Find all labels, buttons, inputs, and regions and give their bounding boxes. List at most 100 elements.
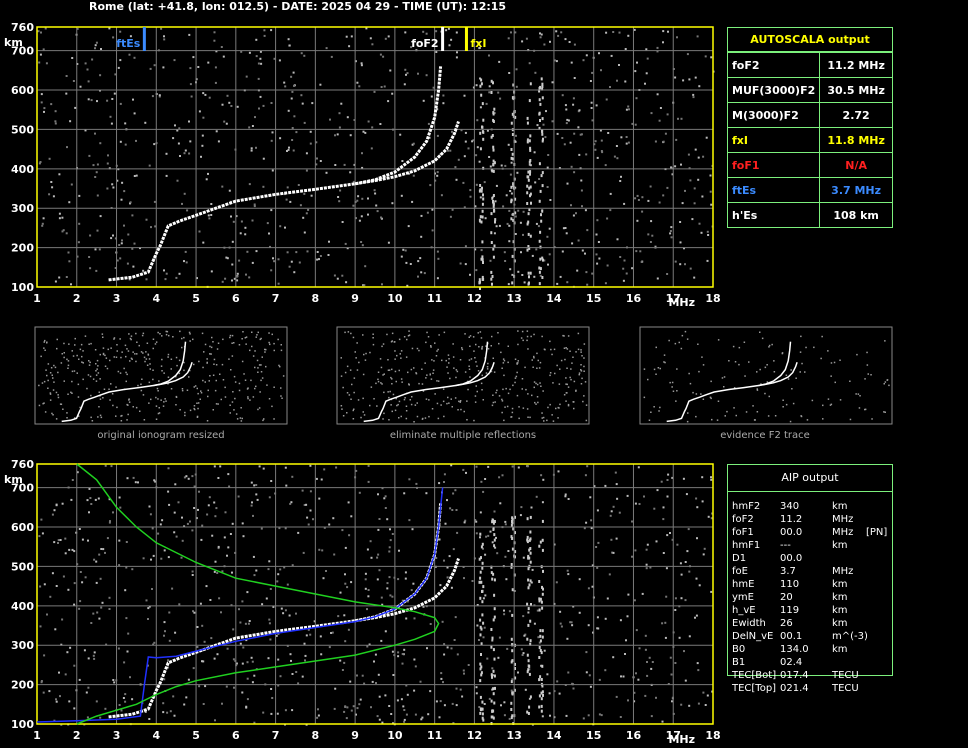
interference-dot (492, 687, 495, 691)
thumbnail-noise (346, 412, 348, 414)
noise-dot (522, 556, 525, 559)
thumbnail-noise (458, 400, 460, 403)
noise-dot (363, 284, 366, 287)
noise-dot (42, 217, 45, 220)
thumbnail-noise (141, 334, 144, 337)
thumbnail-noise (394, 350, 396, 352)
thumbnail-noise (658, 410, 660, 412)
thumbnail-noise (149, 363, 151, 365)
thumbnail-noise (143, 419, 146, 421)
interference-dot (511, 281, 514, 285)
interference-dot (481, 561, 484, 565)
noise-dot (578, 611, 581, 614)
noise-dot (186, 522, 189, 525)
interference-dot (491, 282, 493, 286)
interference-dot (493, 107, 496, 111)
noise-dot (265, 597, 268, 600)
interference-dot (529, 271, 532, 275)
noise-dot (548, 692, 551, 695)
thumbnail-noise (389, 390, 391, 393)
noise-dot (94, 132, 96, 135)
noise-dot (268, 618, 271, 621)
thumbnail-noise (767, 415, 770, 417)
interference-dot (491, 134, 494, 137)
noise-dot (356, 674, 358, 677)
interference-dot (529, 619, 532, 623)
noise-dot (646, 674, 649, 677)
thumbnail-noise (871, 418, 873, 420)
noise-dot (266, 222, 269, 225)
thumbnail-noise (77, 383, 80, 386)
noise-dot (244, 226, 247, 229)
thumbnail-noise (280, 344, 282, 346)
thumbnail-noise (446, 402, 448, 405)
noise-dot (402, 705, 405, 708)
thumbnail-noise (278, 364, 280, 367)
noise-dot (615, 145, 618, 147)
thumbnail-noise (245, 343, 247, 345)
noise-dot (55, 700, 58, 703)
thumbnail-noise (509, 388, 511, 391)
thumbnail-noise (82, 378, 84, 381)
noise-dot (292, 149, 295, 152)
thumbnail-noise (753, 419, 756, 421)
thumbnail-frame (336, 326, 590, 425)
noise-dot (496, 552, 499, 555)
thumbnail-noise (752, 405, 754, 407)
noise-dot (674, 260, 677, 263)
noise-dot (451, 208, 454, 211)
thumbnail-noise (189, 340, 191, 342)
thumbnail-noise (396, 404, 398, 407)
noise-dot (561, 137, 564, 139)
thumbnail-noise (448, 362, 450, 364)
noise-dot (510, 192, 513, 195)
noise-dot (239, 232, 242, 235)
thumbnail-noise (473, 350, 475, 352)
noise-dot (436, 171, 439, 174)
noise-dot (521, 654, 524, 656)
thumbnail-noise (160, 399, 162, 401)
noise-dot (347, 628, 350, 631)
interference-dot (492, 111, 495, 115)
noise-dot (286, 251, 289, 254)
noise-dot (252, 514, 254, 517)
thumbnail-noise (383, 412, 385, 415)
noise-dot (587, 624, 590, 627)
noise-dot (144, 121, 147, 124)
noise-dot (349, 134, 352, 137)
noise-dot (380, 639, 383, 642)
noise-dot (700, 231, 703, 234)
noise-dot (272, 257, 274, 260)
noise-dot (577, 126, 580, 129)
noise-dot (462, 181, 465, 184)
thumbnail-noise (390, 404, 392, 406)
noise-dot (565, 122, 568, 125)
noise-dot (679, 263, 682, 266)
noise-dot (207, 172, 209, 175)
noise-dot (429, 623, 432, 625)
noise-dot (38, 535, 41, 538)
thumbnail-noise (800, 335, 802, 338)
thumbnail-noise (105, 357, 108, 359)
noise-dot (152, 554, 155, 557)
noise-dot (189, 140, 192, 143)
noise-dot (304, 654, 307, 657)
noise-dot (456, 531, 459, 534)
thumbnail-noise (399, 353, 401, 355)
noise-dot (706, 230, 709, 233)
noise-dot (183, 703, 186, 706)
noise-dot (514, 215, 517, 218)
thumbnail-noise (460, 408, 462, 411)
noise-dot (509, 173, 512, 176)
thumbnail-noise (231, 342, 233, 344)
noise-dot (366, 548, 369, 551)
noise-dot (463, 155, 466, 158)
noise-dot (86, 68, 89, 71)
thumbnail-noise (229, 334, 232, 337)
thumbnail-noise (468, 368, 471, 370)
noise-dot (578, 153, 581, 156)
interference-dot (541, 548, 544, 552)
interference-dot (481, 542, 484, 546)
aip-row: D1 00.0 (732, 552, 902, 565)
thumbnail-noise (46, 374, 48, 377)
